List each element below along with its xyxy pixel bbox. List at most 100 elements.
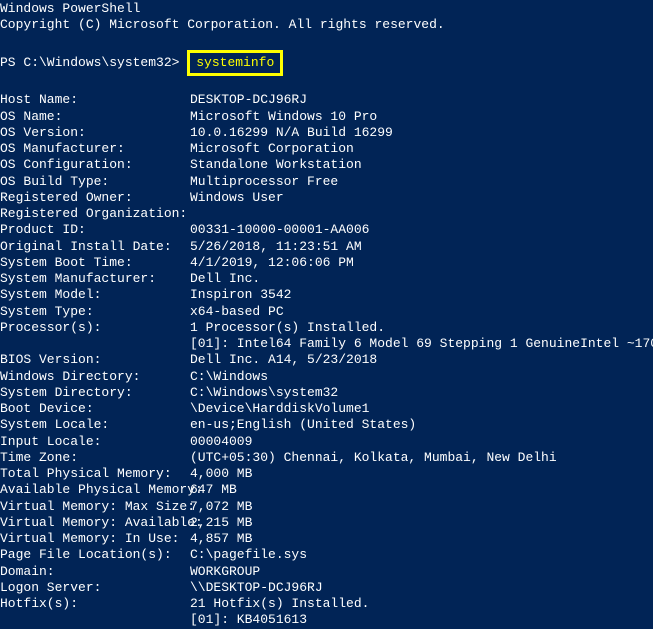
output-row: Available Physical Memory:647 MB [0, 482, 653, 498]
row-value: [01]: Intel64 Family 6 Model 69 Stepping… [190, 336, 653, 351]
row-label: Page File Location(s): [0, 547, 190, 563]
row-value: 00004009 [190, 434, 252, 449]
output-row: Host Name:DESKTOP-DCJ96RJ [0, 92, 653, 108]
output-row: System Boot Time:4/1/2019, 12:06:06 PM [0, 255, 653, 271]
row-value: C:\Windows\system32 [190, 385, 338, 400]
row-value: 4,857 MB [190, 531, 252, 546]
app-title: Windows PowerShell [0, 1, 653, 17]
row-label: System Model: [0, 287, 190, 303]
copyright: Copyright (C) Microsoft Corporation. All… [0, 17, 653, 33]
row-value: 2,215 MB [190, 515, 252, 530]
blank-line [0, 34, 653, 50]
output-row: OS Version:10.0.16299 N/A Build 16299 [0, 125, 653, 141]
output-row: [01]: Intel64 Family 6 Model 69 Stepping… [0, 336, 653, 352]
output-row: Processor(s):1 Processor(s) Installed. [0, 320, 653, 336]
output-row: Input Locale:00004009 [0, 434, 653, 450]
blank-line [0, 76, 653, 92]
output-row: Page File Location(s):C:\pagefile.sys [0, 547, 653, 563]
row-label: OS Manufacturer: [0, 141, 190, 157]
output-row: Logon Server:\\DESKTOP-DCJ96RJ [0, 580, 653, 596]
row-label: Virtual Memory: Max Size: [0, 499, 190, 515]
systeminfo-output: Host Name:DESKTOP-DCJ96RJOS Name:Microso… [0, 92, 653, 628]
row-label: Registered Owner: [0, 190, 190, 206]
row-value: x64-based PC [190, 304, 284, 319]
row-value: 10.0.16299 N/A Build 16299 [190, 125, 393, 140]
row-value: 5/26/2018, 11:23:51 AM [190, 239, 362, 254]
row-label: Product ID: [0, 222, 190, 238]
row-value: Standalone Workstation [190, 157, 362, 172]
prompt-path: PS C:\Windows\system32> [0, 55, 187, 70]
row-label: System Type: [0, 304, 190, 320]
row-value: Multiprocessor Free [190, 174, 338, 189]
row-value: WORKGROUP [190, 564, 260, 579]
row-value: C:\pagefile.sys [190, 547, 307, 562]
row-label: Hotfix(s): [0, 596, 190, 612]
output-row: Domain:WORKGROUP [0, 564, 653, 580]
row-label: System Locale: [0, 417, 190, 433]
command-highlighted: systeminfo [187, 50, 283, 76]
row-value: \\DESKTOP-DCJ96RJ [190, 580, 323, 595]
output-row: Virtual Memory: In Use:4,857 MB [0, 531, 653, 547]
output-row: Time Zone:(UTC+05:30) Chennai, Kolkata, … [0, 450, 653, 466]
row-label: Host Name: [0, 92, 190, 108]
row-label: Logon Server: [0, 580, 190, 596]
row-label: System Boot Time: [0, 255, 190, 271]
output-row: System Directory:C:\Windows\system32 [0, 385, 653, 401]
row-label: Virtual Memory: In Use: [0, 531, 190, 547]
row-value: 4,000 MB [190, 466, 252, 481]
output-row: Registered Organization: [0, 206, 653, 222]
output-row: Windows Directory:C:\Windows [0, 369, 653, 385]
row-value: [01]: KB4051613 [190, 612, 307, 627]
row-value: \Device\HarddiskVolume1 [190, 401, 369, 416]
output-row: Product ID:00331-10000-00001-AA006 [0, 222, 653, 238]
row-value: 647 MB [190, 482, 237, 497]
output-row: Registered Owner:Windows User [0, 190, 653, 206]
row-label: System Manufacturer: [0, 271, 190, 287]
row-label: Virtual Memory: Available: [0, 515, 190, 531]
row-value: en-us;English (United States) [190, 417, 416, 432]
output-row: Boot Device:\Device\HarddiskVolume1 [0, 401, 653, 417]
prompt-line[interactable]: PS C:\Windows\system32> systeminfo [0, 50, 653, 76]
output-row: Hotfix(s):21 Hotfix(s) Installed. [0, 596, 653, 612]
output-row: Virtual Memory: Available:2,215 MB [0, 515, 653, 531]
row-label: Processor(s): [0, 320, 190, 336]
row-value: Windows User [190, 190, 284, 205]
output-row: OS Manufacturer:Microsoft Corporation [0, 141, 653, 157]
row-label: BIOS Version: [0, 352, 190, 368]
row-value: (UTC+05:30) Chennai, Kolkata, Mumbai, Ne… [190, 450, 557, 465]
row-value: Microsoft Windows 10 Pro [190, 109, 377, 124]
output-row: [01]: KB4051613 [0, 612, 653, 628]
row-label: OS Version: [0, 125, 190, 141]
row-label: Boot Device: [0, 401, 190, 417]
output-row: System Model:Inspiron 3542 [0, 287, 653, 303]
row-value: 7,072 MB [190, 499, 252, 514]
row-value: DESKTOP-DCJ96RJ [190, 92, 307, 107]
row-label: Original Install Date: [0, 239, 190, 255]
row-value: Inspiron 3542 [190, 287, 291, 302]
output-row: System Locale:en-us;English (United Stat… [0, 417, 653, 433]
row-label: Domain: [0, 564, 190, 580]
row-value: 4/1/2019, 12:06:06 PM [190, 255, 354, 270]
row-label: System Directory: [0, 385, 190, 401]
row-value: 21 Hotfix(s) Installed. [190, 596, 369, 611]
row-label: Time Zone: [0, 450, 190, 466]
output-row: Original Install Date:5/26/2018, 11:23:5… [0, 239, 653, 255]
output-row: System Type:x64-based PC [0, 304, 653, 320]
row-label: Available Physical Memory: [0, 482, 190, 498]
output-row: Total Physical Memory:4,000 MB [0, 466, 653, 482]
row-label: OS Configuration: [0, 157, 190, 173]
row-label: Input Locale: [0, 434, 190, 450]
row-value: Microsoft Corporation [190, 141, 354, 156]
row-label: OS Name: [0, 109, 190, 125]
output-row: BIOS Version:Dell Inc. A14, 5/23/2018 [0, 352, 653, 368]
output-row: System Manufacturer:Dell Inc. [0, 271, 653, 287]
row-label: Windows Directory: [0, 369, 190, 385]
row-label: OS Build Type: [0, 174, 190, 190]
row-label: Registered Organization: [0, 206, 190, 222]
row-value: C:\Windows [190, 369, 268, 384]
output-row: OS Configuration:Standalone Workstation [0, 157, 653, 173]
row-value: Dell Inc. A14, 5/23/2018 [190, 352, 377, 367]
output-row: Virtual Memory: Max Size:7,072 MB [0, 499, 653, 515]
row-value: 1 Processor(s) Installed. [190, 320, 385, 335]
output-row: OS Name:Microsoft Windows 10 Pro [0, 109, 653, 125]
